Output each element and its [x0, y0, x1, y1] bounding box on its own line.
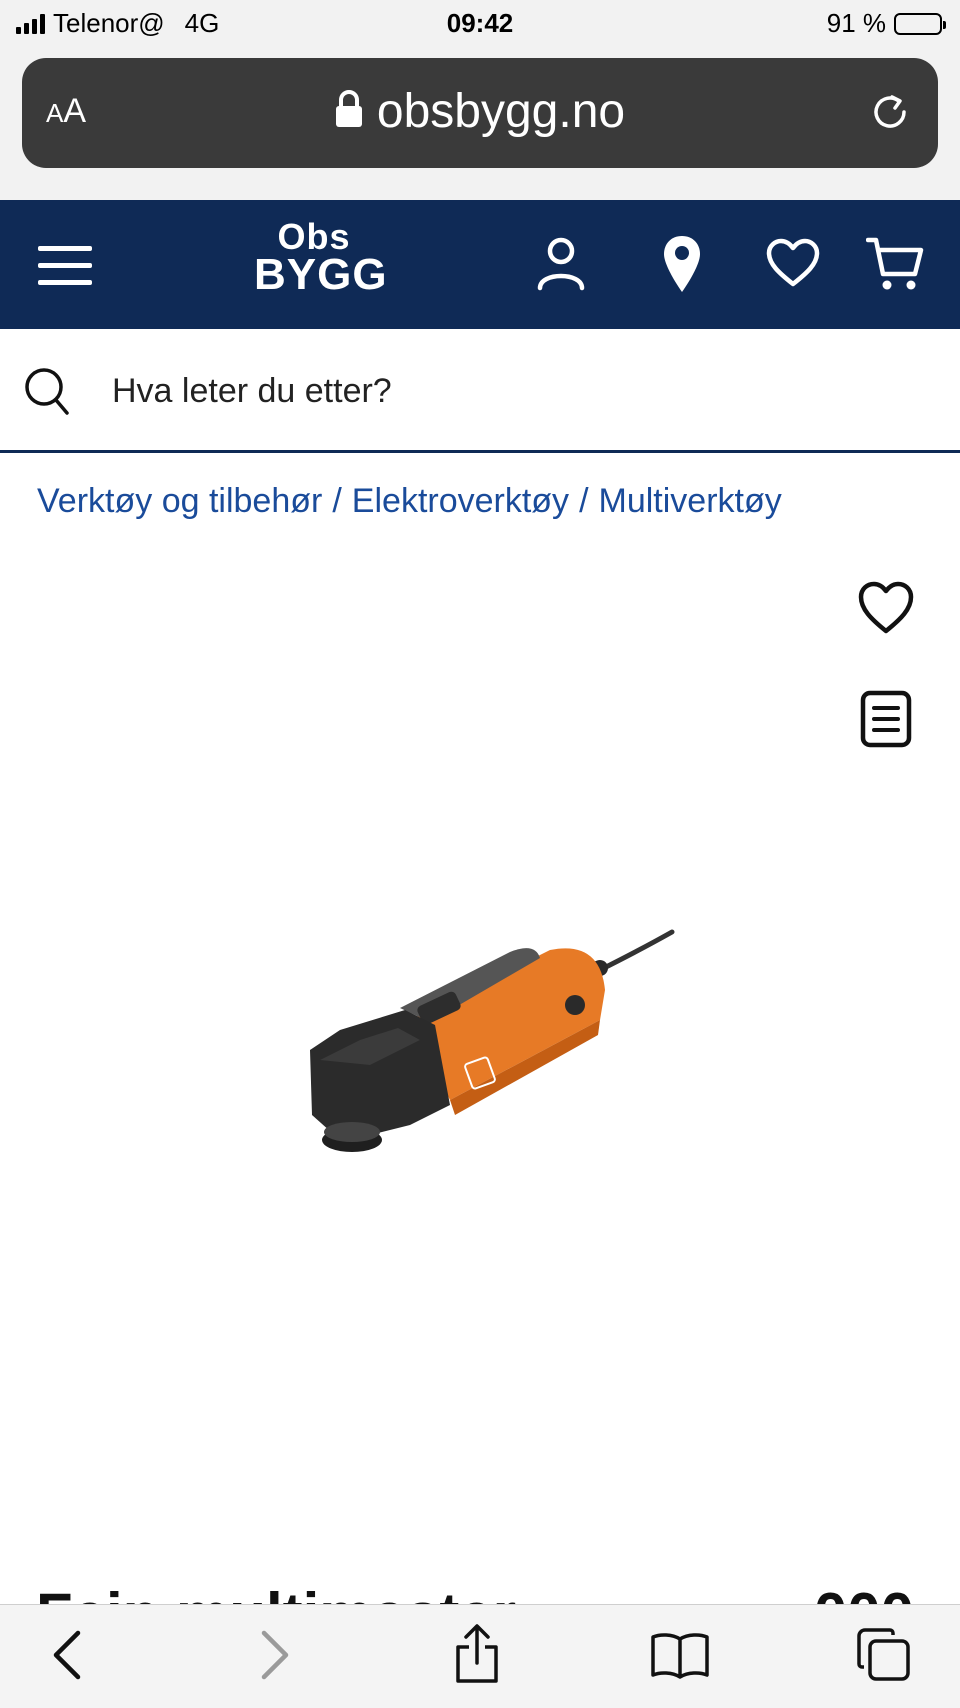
status-bar: Telenor@ 4G 09:42 91 % [0, 0, 960, 48]
breadcrumb-item-multiverktoy[interactable]: Multiverktøy [599, 482, 782, 520]
search-input[interactable] [110, 365, 914, 417]
cart-icon[interactable] [866, 236, 924, 292]
menu-icon[interactable] [38, 246, 92, 286]
breadcrumb-item-elektroverktoy[interactable]: Elektroverktøy [352, 482, 569, 520]
tabs-icon[interactable] [856, 1627, 912, 1683]
search-icon[interactable] [24, 367, 70, 417]
add-to-favorites-icon[interactable] [856, 578, 916, 638]
clock: 09:42 [446, 8, 514, 38]
share-icon[interactable] [452, 1623, 502, 1685]
battery-status: 91 % [826, 8, 946, 39]
battery-icon [894, 12, 946, 35]
site-header: Obs BYGG [0, 200, 960, 329]
bookmarks-icon[interactable] [650, 1631, 710, 1679]
obs-bygg-logo[interactable]: Obs BYGG [254, 218, 387, 296]
lock-icon [335, 90, 362, 128]
breadcrumb-item-verktoy[interactable]: Verktøy og tilbehør [37, 482, 322, 520]
breadcrumb-separator: / [579, 482, 589, 520]
address-bar[interactable]: AA obsbygg.no [22, 58, 938, 168]
account-icon[interactable] [536, 236, 586, 292]
wishlist-heart-icon[interactable] [765, 238, 821, 288]
back-icon[interactable] [50, 1629, 84, 1681]
search-bar [0, 329, 960, 453]
breadcrumb: Verktøy og tilbehør / Elektroverktøy / Multi… [37, 482, 782, 521]
breadcrumb-separator: / [332, 482, 342, 520]
battery-percent: 91 % [826, 8, 886, 38]
shopping-list-icon[interactable] [860, 690, 912, 748]
browser-toolbar: AA obsbygg.no [0, 48, 960, 200]
reload-icon[interactable] [868, 90, 912, 134]
product-image[interactable] [300, 900, 740, 1200]
forward-icon [261, 1630, 289, 1680]
location-pin-icon[interactable] [662, 234, 702, 294]
browser-bottom-toolbar [0, 1604, 960, 1708]
url-domain[interactable]: obsbygg.no [22, 84, 938, 139]
